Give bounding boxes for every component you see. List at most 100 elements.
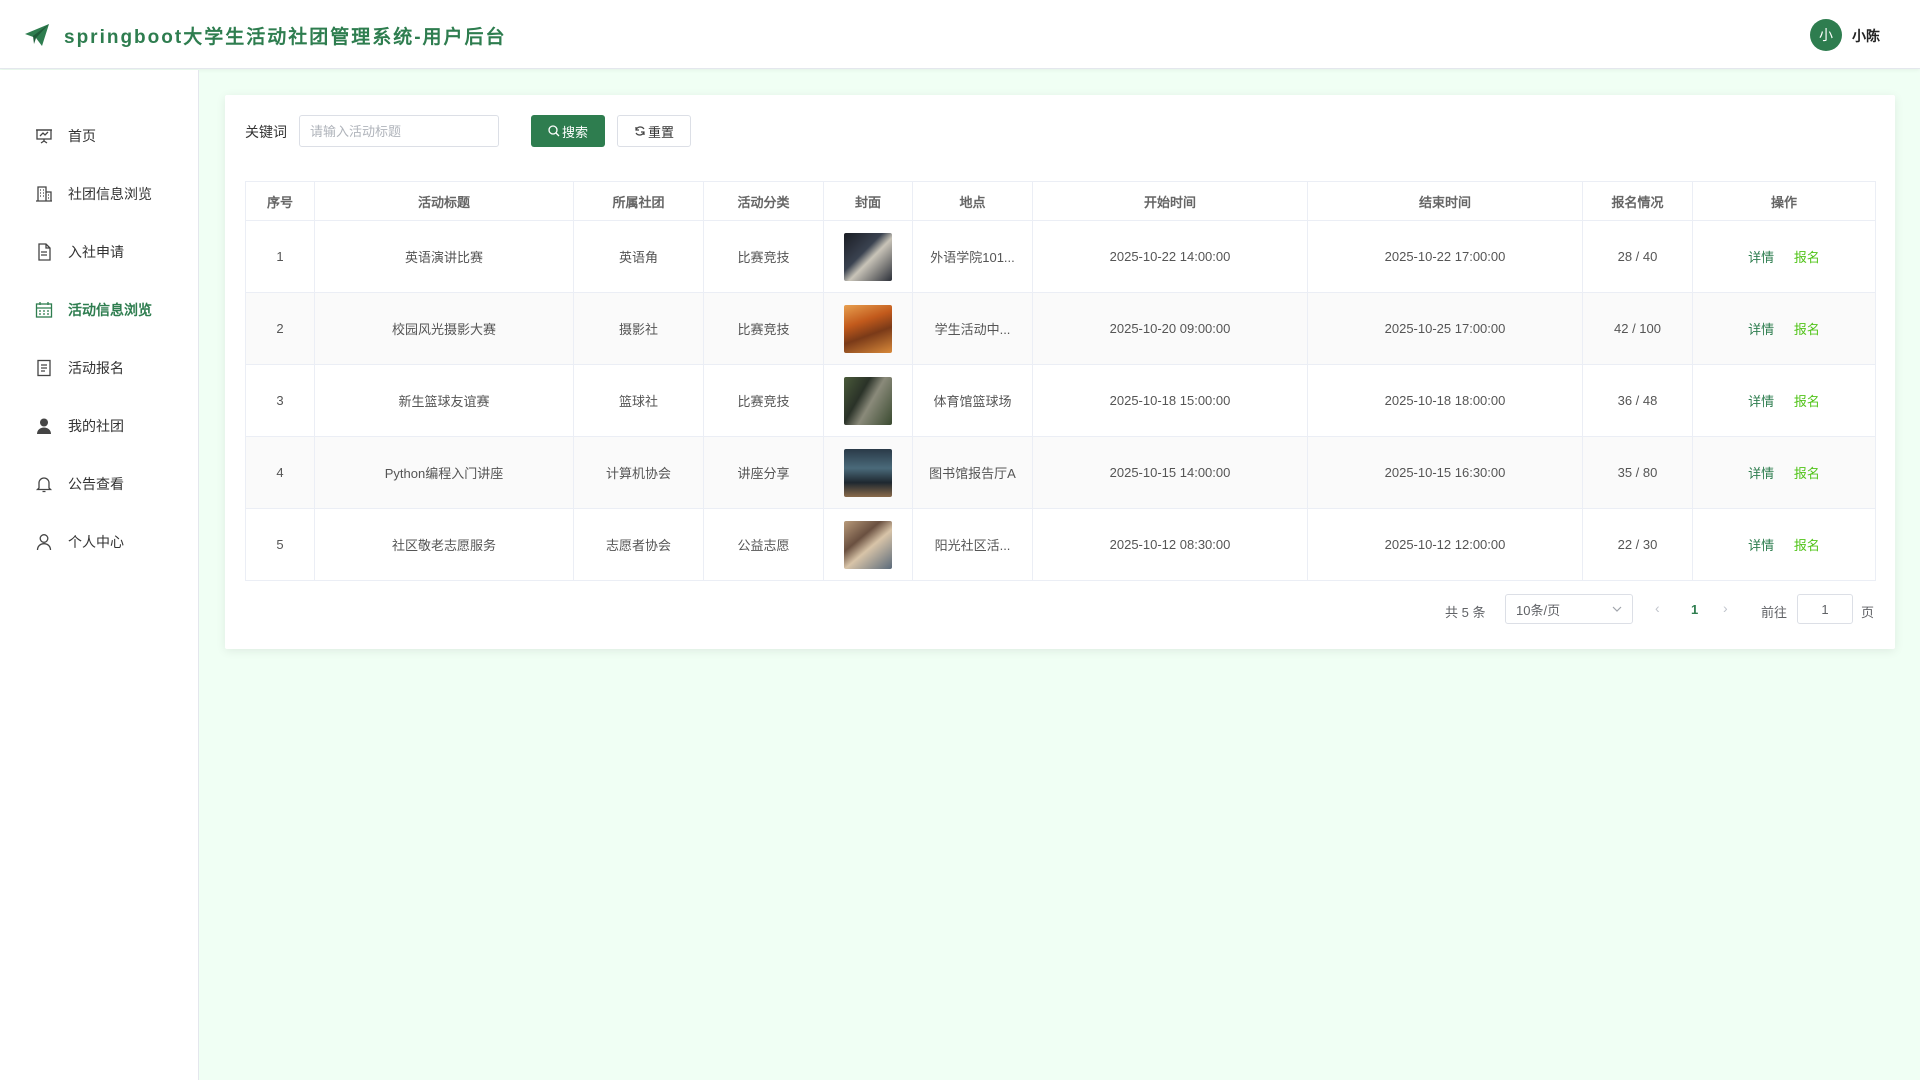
col-header-actions: 操作 [1692,181,1876,221]
cell-location: 学生活动中... [912,292,1033,365]
cell-category: 比赛竞技 [703,292,824,365]
signup-link[interactable]: 报名 [1794,250,1820,265]
sidebar-item-profile[interactable]: 个人中心 [0,522,198,562]
cell-actions: 详情 报名 [1692,364,1876,437]
form-icon [37,359,51,377]
cell-signup: 35 / 80 [1582,436,1693,509]
app-title: springboot大学生活动社团管理系统-用户后台 [64,27,507,48]
cell-index: 4 [245,436,315,509]
col-header-cover: 封面 [823,181,913,221]
cell-index: 5 [245,508,315,581]
user-icon [36,534,52,551]
cell-actions: 详情 报名 [1692,508,1876,581]
pagination-total: 共 5 条 [1445,605,1486,620]
cell-signup: 36 / 48 [1582,364,1693,437]
avatar[interactable]: 小 [1810,19,1842,51]
cell-title: 英语演讲比赛 [314,220,574,293]
cell-location: 阳光社区活... [912,508,1033,581]
cell-cover [823,292,913,365]
reset-button[interactable]: 重置 [617,115,691,147]
col-header-index: 序号 [245,181,315,221]
cell-end: 2025-10-12 12:00:00 [1307,508,1583,581]
search-button-label: 搜索 [561,124,588,140]
col-header-title: 活动标题 [314,181,574,221]
signup-link[interactable]: 报名 [1794,538,1820,553]
cover-image[interactable] [844,304,892,353]
cell-index: 3 [245,364,315,437]
keyword-label: 关键词 [245,124,287,140]
signup-link[interactable]: 报名 [1794,394,1820,409]
signup-link[interactable]: 报名 [1794,466,1820,481]
sidebar-item-club-browse[interactable]: 社团信息浏览 [0,174,198,214]
col-header-start: 开始时间 [1032,181,1308,221]
page-number-current[interactable]: 1 [1691,602,1698,617]
cover-image[interactable] [844,448,892,497]
cell-title: Python编程入门讲座 [314,436,574,509]
col-header-signup: 报名情况 [1582,181,1693,221]
detail-link[interactable]: 详情 [1748,250,1774,265]
sidebar-item-activity-browse[interactable]: 活动信息浏览 [0,290,198,330]
calendar-icon [35,302,53,318]
keyword-input[interactable] [299,115,499,147]
cell-start: 2025-10-22 14:00:00 [1032,220,1308,293]
cell-start: 2025-10-18 15:00:00 [1032,364,1308,437]
detail-link[interactable]: 详情 [1748,538,1774,553]
next-page-button[interactable]: › [1723,600,1728,616]
table-header-row: 序号 活动标题 所属社团 活动分类 封面 地点 开始时间 结束时间 报名情况 操… [245,181,1876,221]
sidebar-item-notice[interactable]: 公告查看 [0,464,198,504]
top-header: springboot大学生活动社团管理系统-用户后台 小 小陈 [0,0,1920,69]
cell-actions: 详情 报名 [1692,220,1876,293]
sidebar-item-activity-signup[interactable]: 活动报名 [0,348,198,388]
page-size-select[interactable]: 10条/页 [1505,594,1633,624]
sidebar-item-label: 入社申请 [68,244,124,260]
user-filled-icon [37,418,51,434]
detail-link[interactable]: 详情 [1748,466,1774,481]
sidebar-item-my-club[interactable]: 我的社团 [0,406,198,446]
prev-page-button[interactable]: ‹ [1655,600,1660,616]
sidebar-item-join-apply[interactable]: 入社申请 [0,232,198,272]
cell-signup: 22 / 30 [1582,508,1693,581]
cell-category: 比赛竞技 [703,364,824,437]
goto-label: 前往 [1761,605,1788,620]
cell-title: 社区敬老志愿服务 [314,508,574,581]
cell-category: 比赛竞技 [703,220,824,293]
chevron-down-icon [1612,606,1622,612]
sidebar-item-home[interactable]: 首页 [0,116,198,156]
cell-club: 摄影社 [573,292,704,365]
cell-category: 讲座分享 [703,436,824,509]
detail-link[interactable]: 详情 [1748,322,1774,337]
cell-club: 志愿者协会 [573,508,704,581]
detail-link[interactable]: 详情 [1748,394,1774,409]
cell-location: 体育馆篮球场 [912,364,1033,437]
cell-index: 1 [245,220,315,293]
cell-signup: 42 / 100 [1582,292,1693,365]
cell-location: 外语学院101... [912,220,1033,293]
signup-link[interactable]: 报名 [1794,322,1820,337]
username[interactable]: 小陈 [1852,26,1880,46]
search-icon [548,125,560,137]
cell-location: 图书馆报告厅A [912,436,1033,509]
cover-image[interactable] [844,520,892,569]
sidebar-item-label: 我的社团 [68,418,124,434]
col-header-location: 地点 [912,181,1033,221]
col-header-club: 所属社团 [573,181,704,221]
cell-category: 公益志愿 [703,508,824,581]
table-row: 2 校园风光摄影大赛 摄影社 比赛竞技 学生活动中... 2025-10-20 … [245,292,1876,365]
cell-cover [823,364,913,437]
cell-cover [823,508,913,581]
goto-page-input[interactable] [1797,594,1853,624]
cell-signup: 28 / 40 [1582,220,1693,293]
table-row: 3 新生篮球友谊赛 篮球社 比赛竞技 体育馆篮球场 2025-10-18 15:… [245,364,1876,437]
cell-actions: 详情 报名 [1692,292,1876,365]
sidebar-item-label: 活动报名 [68,360,124,376]
cover-image[interactable] [844,376,892,425]
cover-image[interactable] [844,232,892,281]
cell-club: 英语角 [573,220,704,293]
document-icon [38,243,51,261]
cell-start: 2025-10-12 08:30:00 [1032,508,1308,581]
cell-cover [823,436,913,509]
sidebar-item-label: 首页 [68,128,96,144]
cell-end: 2025-10-22 17:00:00 [1307,220,1583,293]
search-button[interactable]: 搜索 [531,115,605,147]
presentation-icon [36,129,52,144]
